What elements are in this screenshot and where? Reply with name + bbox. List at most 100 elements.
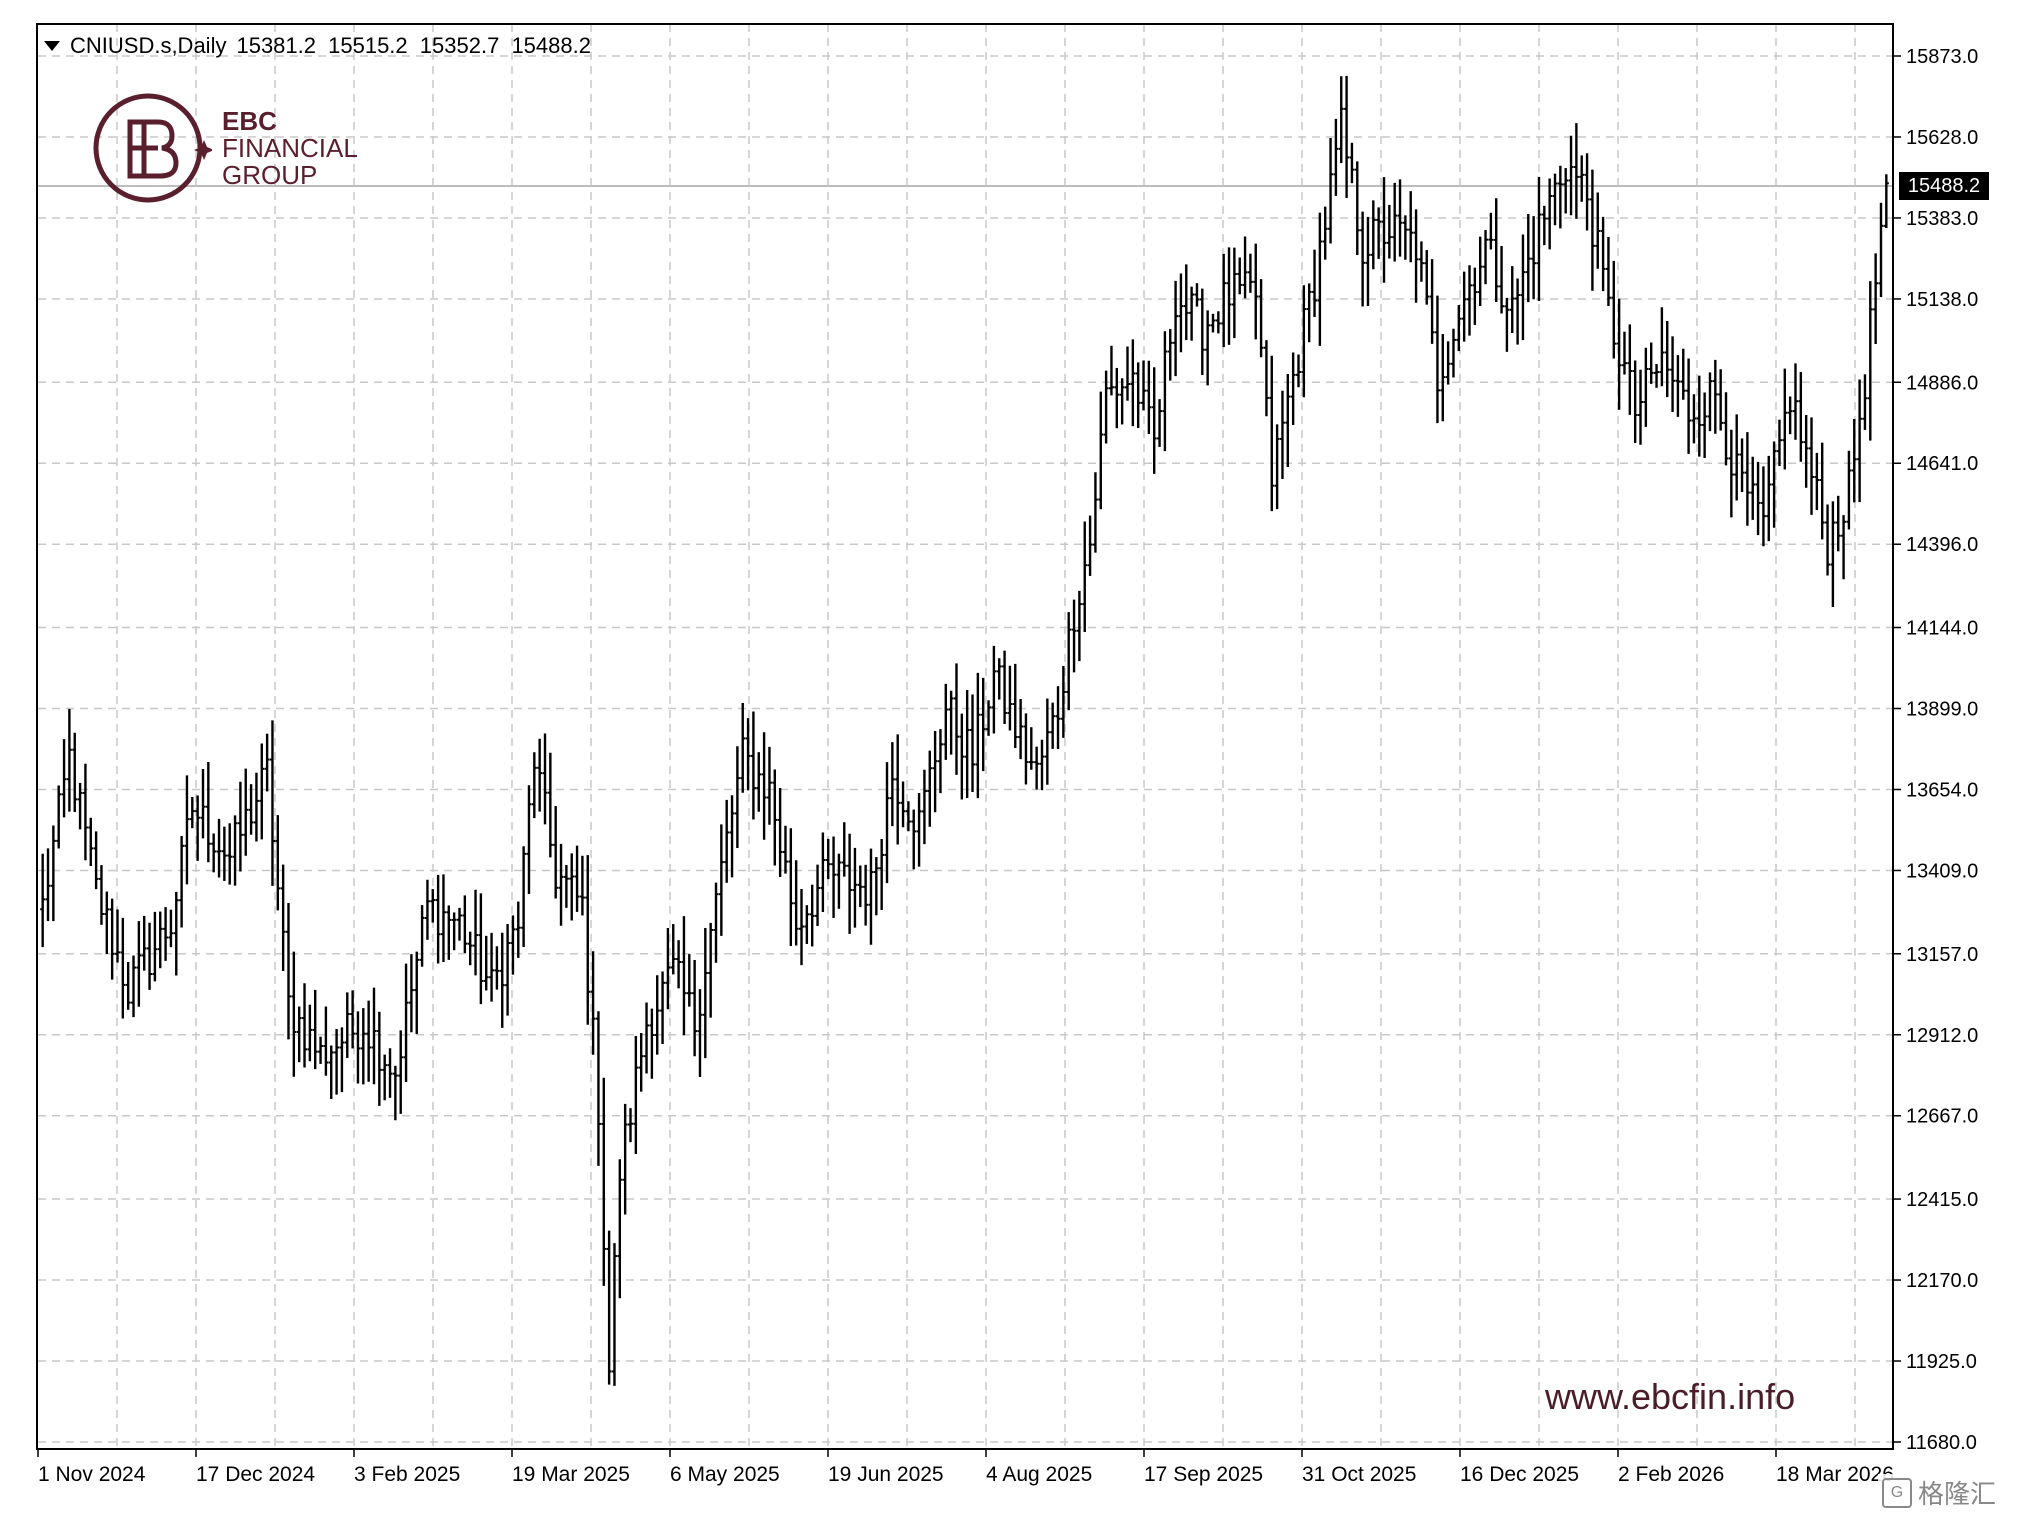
y-tick-label: 14144.0 [1906, 618, 1978, 640]
ohlc-bar [644, 1002, 650, 1074]
corner-watermark-text: 格隆汇 [1918, 1479, 1997, 1509]
price-chart[interactable]: 15873.0 15628.0 15383.0 15138.0 14886.0 14641… [0, 0, 2028, 1514]
ohlc-bar [1595, 192, 1601, 269]
ohlc-bar [670, 924, 676, 975]
ohlc-bar [505, 923, 511, 1016]
ohlc-bar [323, 1006, 329, 1076]
y-tick-label: 14396.0 [1906, 534, 1978, 556]
ohlc-bar [868, 848, 874, 945]
ohlc-bar [1087, 515, 1093, 576]
ohlc-bar [1306, 283, 1312, 343]
ohlc-bar [1568, 135, 1574, 216]
ohlc-bar [1023, 713, 1029, 785]
ohlc-bar [1007, 665, 1013, 731]
ohlc-bar [1675, 355, 1681, 417]
ohlc-bar [713, 882, 719, 963]
ohlc-bar [1841, 515, 1847, 580]
ohlc-bar [1600, 216, 1606, 292]
ohlc-bar [1520, 234, 1526, 341]
dropdown-triangle-icon[interactable] [44, 41, 60, 51]
y-tick-label: 11925.0 [1906, 1351, 1977, 1373]
ohlc-bar [205, 761, 211, 863]
ohlc-bar [1082, 521, 1088, 632]
y-tick-label: 12912.0 [1906, 1025, 1978, 1047]
y-tick-label: 15383.0 [1906, 208, 1978, 230]
ohlc-bar [1146, 360, 1152, 435]
ohlc-bar [473, 889, 479, 976]
low-value: 15352.7 [419, 33, 500, 58]
ohlc-bar [1835, 495, 1841, 552]
ohlc-bar [1221, 253, 1227, 348]
ohlc-bar [1333, 118, 1339, 196]
ohlc-bar [1611, 260, 1617, 359]
ohlc-bar [227, 823, 233, 885]
ohlc-bar [633, 1036, 639, 1154]
ohlc-bar [585, 855, 591, 1025]
ohlc-bar [1418, 241, 1424, 282]
ohlc-bar [1718, 369, 1724, 431]
ohlc-bar [1825, 504, 1831, 576]
y-tick-label: 15873.0 [1906, 46, 1978, 68]
ohlc-bar [1819, 442, 1825, 540]
ohlc-bar [302, 983, 308, 1068]
ohlc-bar [312, 989, 318, 1070]
ohlc-bar [248, 784, 254, 835]
current-price-tag: 15488.2 [1899, 172, 1989, 200]
ohlc-bar [136, 921, 142, 1007]
ohlc-bar [366, 1000, 372, 1082]
ohlc-bar [1189, 286, 1195, 341]
ohlc-bar [628, 1108, 634, 1143]
ohlc-bar [927, 750, 933, 827]
ohlc-bar [1360, 211, 1366, 307]
ohlc-bar [1547, 178, 1553, 250]
ohlc-bar [382, 1054, 388, 1101]
ohlc-bar [1450, 328, 1456, 378]
ohlc-bar [702, 928, 708, 1059]
ohlc-bar [1392, 182, 1398, 262]
ohlc-bar [745, 718, 751, 791]
ohlc-bar [280, 864, 286, 971]
ohlc-bar [873, 857, 879, 916]
ohlc-bar [1178, 273, 1184, 353]
ohlc-bar [1034, 746, 1040, 790]
ohlc-bar [1429, 259, 1435, 344]
ohlc-bar [815, 864, 821, 927]
ohlc-bar [1648, 342, 1654, 384]
ohlc-bar [1151, 367, 1157, 474]
ohlc-bar [793, 860, 799, 946]
ohlc-bar [1739, 438, 1745, 492]
ohlc-bar [937, 729, 943, 794]
x-tick-label: 3 Feb 2025 [354, 1463, 460, 1486]
ohlc-bar [1525, 214, 1531, 303]
ohlc-bar [1766, 455, 1772, 542]
ohlc-bar [1814, 452, 1820, 511]
ohlc-bar [1114, 367, 1120, 429]
y-tick-label: 11680.0 [1906, 1432, 1977, 1454]
ohlc-bar [355, 1011, 361, 1084]
ohlc-bar [451, 912, 457, 951]
ohlc-bar [1744, 432, 1750, 526]
ohlc-bar [1830, 501, 1836, 607]
ohlc-bar [948, 690, 954, 755]
ohlc-bar [1338, 76, 1344, 164]
ohlc-bar [1274, 424, 1280, 510]
ohlc-bar [152, 911, 158, 982]
ohlc-bar [339, 1027, 345, 1093]
ohlc-bar [1402, 215, 1408, 260]
ohlc-bar [1349, 142, 1355, 184]
ohlc-bar [809, 884, 815, 947]
ohlc-bar [259, 743, 265, 840]
ohlc-bar [676, 940, 682, 989]
ohlc-bar [1883, 174, 1889, 228]
corner-watermark: G 格隆汇 [1878, 1474, 2001, 1511]
gelonghui-logo-icon: G [1882, 1477, 1912, 1508]
ohlc-bars [40, 75, 1889, 1386]
ohlc-bar [1322, 206, 1328, 260]
ohlc-bar [163, 907, 169, 961]
ohlc-bar [125, 962, 131, 1010]
ohlc-bar [1621, 331, 1627, 375]
ohlc-bar [1857, 379, 1863, 503]
ohlc-bar [1499, 245, 1505, 314]
ohlc-bar [1312, 249, 1318, 318]
ohlc-bar [1247, 253, 1253, 293]
